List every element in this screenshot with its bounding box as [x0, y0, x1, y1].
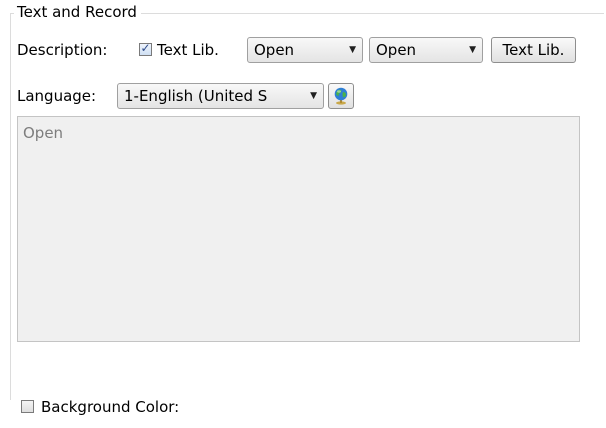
description-label: Description: [17, 41, 108, 59]
description-combo-1[interactable]: Open ▼ [247, 37, 363, 63]
language-globe-button[interactable] [328, 83, 354, 109]
text-lib-checkbox[interactable]: ✓ [139, 41, 152, 56]
checkmark-icon: ✓ [140, 41, 151, 55]
text-lib-checkbox-label[interactable]: Text Lib. [157, 40, 219, 60]
chevron-down-icon: ▼ [310, 91, 317, 101]
language-label: Language: [17, 87, 97, 105]
combo-2-value: Open [376, 41, 417, 59]
background-color-label[interactable]: Background Color: [41, 397, 179, 417]
combo-1-value: Open [254, 41, 295, 59]
description-combo-2[interactable]: Open ▼ [369, 37, 483, 63]
description-text-area[interactable]: Open [17, 116, 580, 342]
text-area-content: Open [23, 124, 64, 142]
language-select[interactable]: 1-English (United S ▼ [117, 83, 324, 109]
language-select-value: 1-English (United S [124, 87, 268, 105]
text-lib-button[interactable]: Text Lib. [491, 37, 576, 63]
background-color-checkbox[interactable] [21, 400, 34, 413]
group-title: Text and Record [14, 2, 141, 22]
chevron-down-icon: ▼ [469, 45, 476, 55]
globe-icon [334, 87, 348, 105]
chevron-down-icon: ▼ [349, 45, 356, 55]
